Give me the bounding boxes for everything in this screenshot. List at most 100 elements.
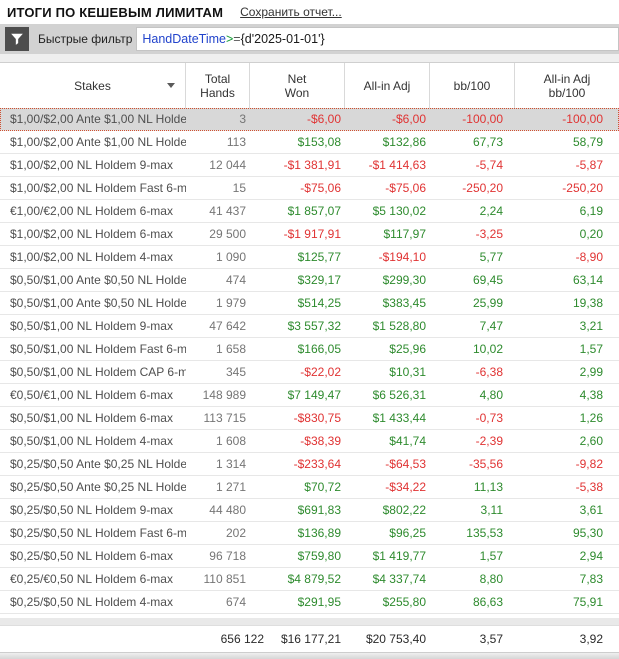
total-hands-cell: 148 989 xyxy=(186,388,250,402)
net-won-cell: -$22,02 xyxy=(250,365,345,379)
funnel-icon xyxy=(10,32,24,46)
bb100-cell: 2,24 xyxy=(430,204,515,218)
column-header-total-hands-label: Total Hands xyxy=(195,72,241,100)
quick-filters-label: Быстрые фильтр xyxy=(38,32,132,46)
all-in-adj-bb100-cell: 3,61 xyxy=(515,503,619,517)
table-row[interactable]: $1,00/$2,00 Ante $1,00 NL Holde3-$6,00-$… xyxy=(0,108,619,131)
table-row[interactable]: $0,50/$1,00 NL Holdem Fast 6-m1 658$166,… xyxy=(0,338,619,361)
stakes-cell: $0,50/$1,00 Ante $0,50 NL Holde xyxy=(0,273,186,287)
table-row[interactable]: $0,25/$0,50 NL Holdem 9-max44 480$691,83… xyxy=(0,499,619,522)
all-in-adj-bb100-cell: 19,38 xyxy=(515,296,619,310)
total-hands-cell: 41 437 xyxy=(186,204,250,218)
stakes-cell: $0,25/$0,50 Ante $0,25 NL Holde xyxy=(0,457,186,471)
all-in-adj-cell: -$194,10 xyxy=(345,250,430,264)
filter-expression-part: HandDateTime xyxy=(142,32,226,46)
chevron-down-icon[interactable] xyxy=(167,83,175,88)
bb100-cell: 86,63 xyxy=(430,595,515,609)
stakes-cell: $0,25/$0,50 NL Holdem 9-max xyxy=(0,503,186,517)
all-in-adj-cell: $25,96 xyxy=(345,342,430,356)
all-in-adj-bb100-cell: 2,94 xyxy=(515,549,619,563)
all-in-adj-bb100-cell: 2,99 xyxy=(515,365,619,379)
bb100-cell: -2,39 xyxy=(430,434,515,448)
bb100-cell: 67,73 xyxy=(430,135,515,149)
net-won-cell: $691,83 xyxy=(250,503,345,517)
bb100-cell: 1,57 xyxy=(430,549,515,563)
net-won-cell: $3 557,32 xyxy=(250,319,345,333)
column-header-all-in-adj-bb100[interactable]: All-in Adj bb/100 xyxy=(515,63,619,108)
net-won-cell: $759,80 xyxy=(250,549,345,563)
table-row[interactable]: $1,00/$2,00 Ante $1,00 NL Holde113$153,0… xyxy=(0,131,619,154)
table-row[interactable]: $0,25/$0,50 NL Holdem 4-max674$291,95$25… xyxy=(0,591,619,614)
totals-bb100-cell: 3,57 xyxy=(430,632,515,646)
table-row[interactable]: $0,50/$1,00 Ante $0,50 NL Holde474$329,1… xyxy=(0,269,619,292)
total-hands-cell: 345 xyxy=(186,365,250,379)
net-won-cell: $166,05 xyxy=(250,342,345,356)
table-row[interactable]: $0,50/$1,00 NL Holdem CAP 6-m345-$22,02$… xyxy=(0,361,619,384)
total-hands-cell: 1 608 xyxy=(186,434,250,448)
table-row[interactable]: $1,00/$2,00 NL Holdem 4-max1 090$125,77-… xyxy=(0,246,619,269)
stakes-cell: $1,00/$2,00 NL Holdem Fast 6-m xyxy=(0,181,186,195)
filter-button[interactable] xyxy=(5,27,29,51)
table-row[interactable]: $0,50/$1,00 NL Holdem 9-max47 642$3 557,… xyxy=(0,315,619,338)
bb100-cell: 7,47 xyxy=(430,319,515,333)
column-header-all-in-adj-label: All-in Adj xyxy=(364,79,411,93)
bb100-cell: 8,80 xyxy=(430,572,515,586)
bb100-cell: 3,11 xyxy=(430,503,515,517)
stakes-cell: $0,50/$1,00 NL Holdem Fast 6-m xyxy=(0,342,186,356)
column-header-all-in-adj[interactable]: All-in Adj xyxy=(345,63,430,108)
stakes-cell: $1,00/$2,00 Ante $1,00 NL Holde xyxy=(0,112,186,126)
table-row[interactable]: $0,50/$1,00 NL Holdem 4-max1 608-$38,39$… xyxy=(0,430,619,453)
bb100-cell: -0,73 xyxy=(430,411,515,425)
totals-all-in-adj-bb100-cell: 3,92 xyxy=(515,632,619,646)
stakes-cell: $0,25/$0,50 Ante $0,25 NL Holde xyxy=(0,480,186,494)
all-in-adj-cell: $5 130,02 xyxy=(345,204,430,218)
totals-separator-band xyxy=(0,618,619,626)
stakes-cell: $0,50/$1,00 NL Holdem 6-max xyxy=(0,411,186,425)
net-won-cell: $1 857,07 xyxy=(250,204,345,218)
bb100-cell: -3,25 xyxy=(430,227,515,241)
save-report-link[interactable]: Сохранить отчет... xyxy=(240,5,342,19)
stakes-cell: $0,50/$1,00 NL Holdem 9-max xyxy=(0,319,186,333)
totals-all-in-adj-cell: $20 753,40 xyxy=(345,632,430,646)
report-title-bar: ИТОГИ ПО КЕШЕВЫМ ЛИМИТАМ Сохранить отчет… xyxy=(0,0,619,24)
table-row[interactable]: $0,25/$0,50 NL Holdem Fast 6-m202$136,89… xyxy=(0,522,619,545)
table-row[interactable]: $0,50/$1,00 Ante $0,50 NL Holde1 979$514… xyxy=(0,292,619,315)
all-in-adj-bb100-cell: 1,26 xyxy=(515,411,619,425)
total-hands-cell: 1 314 xyxy=(186,457,250,471)
net-won-cell: -$233,64 xyxy=(250,457,345,471)
all-in-adj-bb100-cell: -8,90 xyxy=(515,250,619,264)
filter-expression-input[interactable]: HandDateTime>={d'2025-01-01'} xyxy=(136,27,619,51)
net-won-cell: $514,25 xyxy=(250,296,345,310)
column-header-bb100[interactable]: bb/100 xyxy=(430,63,515,108)
table-row[interactable]: €0,50/€1,00 NL Holdem 6-max148 989$7 149… xyxy=(0,384,619,407)
all-in-adj-cell: $802,22 xyxy=(345,503,430,517)
table-row[interactable]: $0,25/$0,50 Ante $0,25 NL Holde1 314-$23… xyxy=(0,453,619,476)
column-header-net-won[interactable]: Net Won xyxy=(250,63,345,108)
stakes-cell: $0,25/$0,50 NL Holdem 4-max xyxy=(0,595,186,609)
table-row[interactable]: $0,25/$0,50 Ante $0,25 NL Holde1 271$70,… xyxy=(0,476,619,499)
column-header-stakes[interactable]: Stakes xyxy=(0,63,186,108)
table-row[interactable]: €0,25/€0,50 NL Holdem 6-max110 851$4 879… xyxy=(0,568,619,591)
table-row[interactable]: $0,50/$1,00 NL Holdem 6-max113 715-$830,… xyxy=(0,407,619,430)
bb100-cell: 10,02 xyxy=(430,342,515,356)
table-row[interactable]: €1,00/€2,00 NL Holdem 6-max41 437$1 857,… xyxy=(0,200,619,223)
table-row[interactable]: $1,00/$2,00 NL Holdem 9-max12 044-$1 381… xyxy=(0,154,619,177)
all-in-adj-cell: $4 337,74 xyxy=(345,572,430,586)
all-in-adj-bb100-cell: 75,91 xyxy=(515,595,619,609)
bb100-cell: 25,99 xyxy=(430,296,515,310)
bb100-cell: 69,45 xyxy=(430,273,515,287)
net-won-cell: $291,95 xyxy=(250,595,345,609)
all-in-adj-bb100-cell: 2,60 xyxy=(515,434,619,448)
net-won-cell: -$1 381,91 xyxy=(250,158,345,172)
table-row[interactable]: $0,25/$0,50 NL Holdem 6-max96 718$759,80… xyxy=(0,545,619,568)
column-header-total-hands[interactable]: Total Hands xyxy=(186,63,250,108)
table-row[interactable]: $1,00/$2,00 NL Holdem 6-max29 500-$1 917… xyxy=(0,223,619,246)
stakes-cell: $1,00/$2,00 NL Holdem 6-max xyxy=(0,227,186,241)
total-hands-cell: 12 044 xyxy=(186,158,250,172)
table-body: $1,00/$2,00 Ante $1,00 NL Holde3-$6,00-$… xyxy=(0,108,619,614)
all-in-adj-bb100-cell: 1,57 xyxy=(515,342,619,356)
all-in-adj-bb100-cell: -9,82 xyxy=(515,457,619,471)
all-in-adj-bb100-cell: 3,21 xyxy=(515,319,619,333)
net-won-cell: $125,77 xyxy=(250,250,345,264)
table-row[interactable]: $1,00/$2,00 NL Holdem Fast 6-m15-$75,06-… xyxy=(0,177,619,200)
